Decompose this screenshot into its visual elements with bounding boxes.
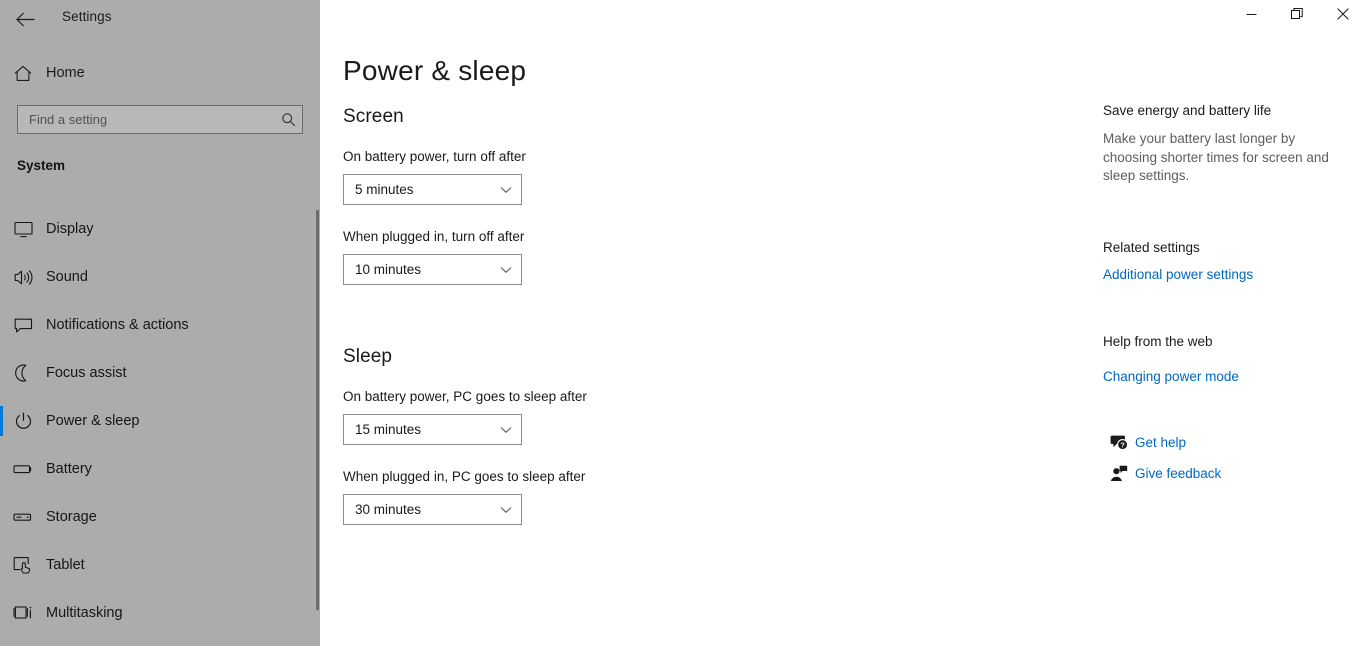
section-screen-title: Screen	[343, 106, 404, 127]
selection-accent-bar	[0, 598, 3, 628]
chevron-down-icon	[500, 175, 512, 204]
dropdown-screen-plugged-in[interactable]: 10 minutes	[343, 254, 522, 285]
get-help-link[interactable]: ? Get help	[1103, 434, 1186, 451]
sidebar-item-storage-label: Storage	[46, 509, 97, 525]
dropdown-sleep-plugged-in[interactable]: 30 minutes	[343, 494, 522, 525]
sidebar-item-tablet-label: Tablet	[46, 557, 85, 573]
tip-body: Make your battery last longer by choosin…	[1103, 131, 1329, 184]
give-feedback-label: Give feedback	[1135, 466, 1222, 481]
section-sleep: Sleep On battery power, PC goes to sleep…	[343, 346, 903, 549]
sidebar-item-multitasking[interactable]: Multitasking	[0, 589, 320, 637]
sidebar-item-sound[interactable]: Sound	[0, 253, 320, 301]
dropdown-sleep-on-battery[interactable]: 15 minutes	[343, 414, 522, 445]
sidebar-nav: Display Sound Notifications & actions Fo…	[0, 205, 320, 637]
selection-accent-bar	[0, 454, 3, 484]
selection-accent-bar	[0, 310, 3, 340]
battery-icon	[0, 462, 46, 476]
sidebar-item-storage[interactable]: Storage	[0, 493, 320, 541]
sidebar-item-display[interactable]: Display	[0, 205, 320, 253]
back-arrow-icon	[15, 12, 35, 27]
search-icon[interactable]	[274, 112, 302, 127]
sidebar-item-home[interactable]: Home	[0, 58, 300, 88]
sidebar-item-power-sleep-label: Power & sleep	[46, 413, 140, 429]
moon-icon	[0, 364, 46, 382]
chevron-down-icon	[500, 495, 512, 524]
selection-accent-bar	[0, 502, 3, 532]
right-pane: Save energy and battery life Make your b…	[1100, 0, 1366, 646]
tablet-hand-icon	[0, 556, 46, 574]
tip-heading: Save energy and battery life	[1103, 103, 1272, 118]
related-settings-heading: Related settings	[1103, 240, 1200, 255]
search-input[interactable]	[18, 112, 274, 127]
dropdown-screen-on-battery-value: 5 minutes	[355, 182, 414, 197]
page-title: Power & sleep	[343, 55, 527, 86]
selection-accent-bar	[0, 262, 3, 292]
sidebar-scrollbar[interactable]	[316, 210, 319, 610]
sidebar-group-title: System	[17, 158, 66, 173]
selection-accent-bar	[0, 358, 3, 388]
dropdown-sleep-on-battery-value: 15 minutes	[355, 422, 422, 437]
section-sleep-title: Sleep	[343, 346, 393, 367]
section-screen: Screen On battery power, turn off after …	[343, 106, 903, 309]
sidebar: Settings Home System	[0, 0, 320, 646]
sidebar-item-notifications-actions[interactable]: Notifications & actions	[0, 301, 320, 349]
additional-power-settings-link[interactable]: Additional power settings	[1103, 267, 1253, 282]
chevron-down-icon	[500, 255, 512, 284]
field-sleep-plugged-in-label: When plugged in, PC goes to sleep after	[343, 469, 586, 484]
multitasking-icon	[0, 604, 46, 622]
sidebar-item-sound-label: Sound	[46, 269, 88, 285]
speaker-icon	[0, 269, 46, 286]
dropdown-screen-plugged-in-value: 10 minutes	[355, 262, 422, 277]
field-sleep-on-battery-label: On battery power, PC goes to sleep after	[343, 389, 587, 404]
sidebar-item-power-sleep[interactable]: Power & sleep	[0, 397, 320, 445]
sidebar-item-focus-assist[interactable]: Focus assist	[0, 349, 320, 397]
selection-accent-bar	[0, 406, 3, 436]
monitor-icon	[0, 221, 46, 238]
field-screen-plugged-in-label: When plugged in, turn off after	[343, 229, 525, 244]
give-feedback-link[interactable]: Give feedback	[1103, 465, 1221, 482]
field-screen-on-battery-label: On battery power, turn off after	[343, 149, 526, 164]
sidebar-item-focus-assist-label: Focus assist	[46, 365, 127, 381]
dropdown-sleep-plugged-in-value: 30 minutes	[355, 502, 422, 517]
sidebar-item-notifications-actions-label: Notifications & actions	[46, 317, 189, 333]
feedback-person-icon	[1103, 465, 1135, 482]
home-icon	[0, 65, 46, 82]
power-icon	[0, 412, 46, 431]
selection-accent-bar	[0, 550, 3, 580]
selection-accent-bar	[0, 214, 3, 244]
chat-bubble-icon	[0, 317, 46, 334]
sidebar-item-battery[interactable]: Battery	[0, 445, 320, 493]
svg-text:?: ?	[1120, 441, 1125, 450]
sidebar-item-battery-label: Battery	[46, 461, 92, 477]
chevron-down-icon	[500, 415, 512, 444]
sidebar-titlebar: Settings	[0, 0, 320, 38]
search-box[interactable]	[17, 105, 303, 134]
sidebar-item-tablet[interactable]: Tablet	[0, 541, 320, 589]
settings-window: Settings Home System	[0, 0, 1366, 646]
app-title: Settings	[62, 9, 112, 24]
field-sleep-plugged-in: When plugged in, PC goes to sleep after …	[343, 469, 903, 525]
field-screen-on-battery: On battery power, turn off after 5 minut…	[343, 149, 903, 205]
sidebar-item-multitasking-label: Multitasking	[46, 605, 123, 621]
changing-power-mode-link[interactable]: Changing power mode	[1103, 369, 1239, 384]
get-help-label: Get help	[1135, 435, 1187, 450]
help-from-web-heading: Help from the web	[1103, 334, 1213, 349]
sidebar-item-display-label: Display	[46, 221, 94, 237]
help-bubble-icon: ?	[1103, 434, 1135, 451]
sidebar-item-home-label: Home	[46, 65, 85, 81]
drive-icon	[0, 510, 46, 524]
field-screen-plugged-in: When plugged in, turn off after 10 minut…	[343, 229, 903, 285]
main-content: Power & sleep Screen On battery power, t…	[320, 0, 1100, 646]
back-button[interactable]	[10, 4, 40, 34]
field-sleep-on-battery: On battery power, PC goes to sleep after…	[343, 389, 903, 445]
dropdown-screen-on-battery[interactable]: 5 minutes	[343, 174, 522, 205]
